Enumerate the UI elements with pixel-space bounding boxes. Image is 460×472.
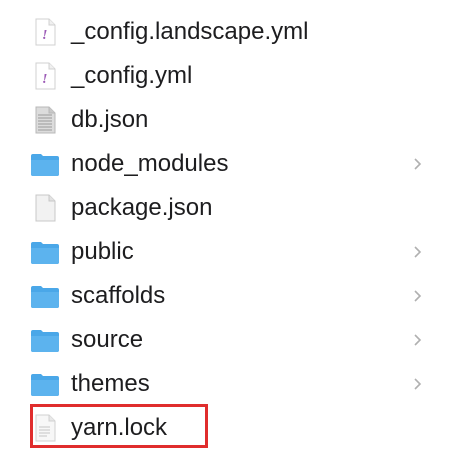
document-file-icon <box>30 193 60 223</box>
yaml-file-icon: ! <box>30 17 60 47</box>
chevron-right-icon[interactable] <box>410 244 424 260</box>
json-file-icon <box>30 105 60 135</box>
folder-name: scaffolds <box>71 282 166 309</box>
selection-highlight-box <box>30 404 208 448</box>
folder-row-themes[interactable]: themes <box>0 362 460 406</box>
folder-name: public <box>71 238 134 265</box>
folder-icon <box>30 149 60 179</box>
yaml-file-icon: ! <box>30 61 60 91</box>
folder-name: source <box>71 326 144 353</box>
file-list: ! _config.landscape.yml ! _config.yml db… <box>0 10 460 450</box>
file-name: package.json <box>71 194 213 221</box>
svg-text:!: ! <box>42 28 47 43</box>
file-name: _config.landscape.yml <box>71 18 309 45</box>
svg-text:!: ! <box>42 72 47 87</box>
folder-icon <box>30 325 60 355</box>
chevron-right-icon[interactable] <box>410 332 424 348</box>
file-row-config[interactable]: ! _config.yml <box>0 54 460 98</box>
file-name: db.json <box>71 106 149 133</box>
folder-row-source[interactable]: source <box>0 318 460 362</box>
chevron-right-icon[interactable] <box>410 288 424 304</box>
chevron-right-icon[interactable] <box>410 156 424 172</box>
folder-row-public[interactable]: public <box>0 230 460 274</box>
chevron-right-icon[interactable] <box>410 376 424 392</box>
file-row-config-landscape[interactable]: ! _config.landscape.yml <box>0 10 460 54</box>
folder-name: node_modules <box>71 150 229 177</box>
file-name: _config.yml <box>71 62 193 89</box>
folder-row-node-modules[interactable]: node_modules <box>0 142 460 186</box>
file-row-package-json[interactable]: package.json <box>0 186 460 230</box>
folder-name: themes <box>71 370 150 397</box>
file-row-db-json[interactable]: db.json <box>0 98 460 142</box>
folder-icon <box>30 237 60 267</box>
folder-row-scaffolds[interactable]: scaffolds <box>0 274 460 318</box>
folder-icon <box>30 281 60 311</box>
folder-icon <box>30 369 60 399</box>
